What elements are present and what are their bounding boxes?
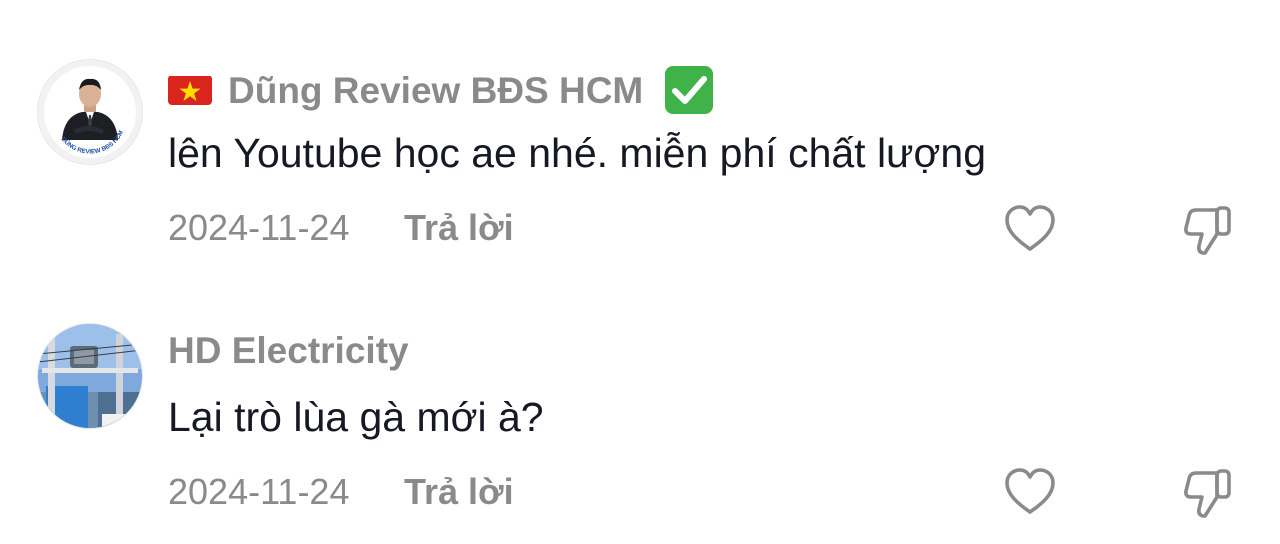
comment-text: lên Youtube học ae nhé. miễn phí chất lư…: [168, 130, 986, 176]
check-mark-button-icon: [665, 66, 714, 114]
username-text: HD Electricity: [168, 330, 409, 371]
reply-button[interactable]: Trả lời: [404, 210, 514, 246]
reply-button[interactable]: Trả lời: [404, 474, 514, 510]
comment-username[interactable]: HD Electricity: [168, 332, 409, 369]
heart-outline-icon[interactable]: [1003, 467, 1057, 517]
username-text: Dũng Review BĐS HCM: [228, 69, 644, 111]
comment-text: Lại trò lùa gà mới à?: [168, 394, 544, 440]
comment-date: 2024-11-24: [168, 207, 350, 248]
thumbs-down-outline-icon[interactable]: [1182, 202, 1236, 258]
comment-date: 2024-11-24: [168, 471, 350, 512]
comment-username[interactable]: Dũng Review BĐS HCM: [168, 66, 714, 114]
avatar[interactable]: DŨNG REVIEW BĐS HCM: [38, 60, 142, 164]
heart-outline-icon[interactable]: [1003, 204, 1057, 254]
avatar[interactable]: [38, 324, 142, 428]
thumbs-down-outline-icon[interactable]: [1182, 465, 1236, 521]
vietnam-flag-icon: [168, 75, 212, 105]
